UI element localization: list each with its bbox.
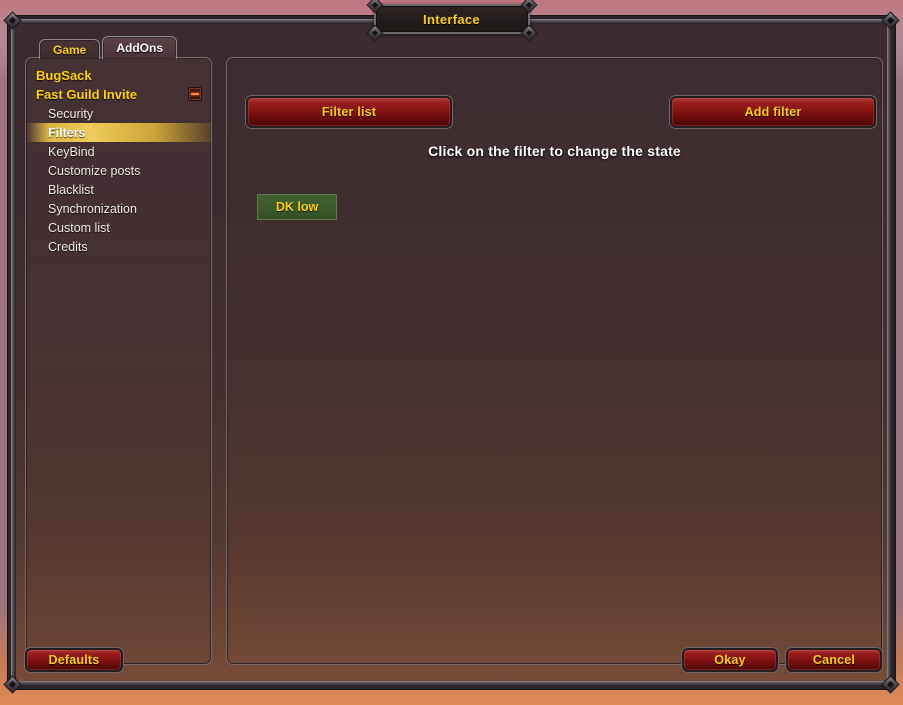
filter-list-button[interactable]: Filter list: [246, 96, 452, 128]
tab-addons[interactable]: AddOns: [102, 36, 178, 59]
sidebar-item-fast-guild-invite[interactable]: Fast Guild Invite: [26, 85, 211, 104]
sidebar-item-blacklist[interactable]: Blacklist: [26, 180, 211, 199]
addon-options-panel: Filter list Add filter Click on the filt…: [226, 57, 883, 665]
filter-chip-list: DK low: [257, 194, 337, 220]
sidebar-item-label: Filters: [48, 125, 86, 140]
sidebar-item-synchronization[interactable]: Synchronization: [26, 199, 211, 218]
tab-game[interactable]: Game: [39, 39, 101, 59]
filter-hint-text: Click on the filter to change the state: [428, 143, 681, 159]
title-ornament-icon: [520, 24, 537, 42]
sidebar-item-label: Blacklist: [48, 182, 94, 197]
game-screen: Interface Game AddOns BugSack Fast Guild I…: [0, 0, 903, 705]
tab-bar: Game AddOns: [39, 36, 178, 59]
sidebar-item-label: Fast Guild Invite: [36, 87, 138, 102]
interface-options-window: Interface Game AddOns BugSack Fast Guild I…: [3, 0, 900, 694]
sidebar-item-keybind[interactable]: KeyBind: [26, 142, 211, 161]
sidebar-item-label: BugSack: [36, 68, 92, 83]
title-ornament-icon: [366, 0, 383, 14]
corner-ornament-icon: [3, 675, 22, 694]
okay-button[interactable]: Okay: [682, 648, 778, 672]
title-ornament-icon: [366, 24, 383, 42]
sidebar-item-bugsack[interactable]: BugSack: [26, 66, 211, 85]
title-ornament-icon: [520, 0, 537, 14]
sidebar-item-security[interactable]: Security: [26, 104, 211, 123]
filter-chip[interactable]: DK low: [257, 194, 337, 220]
defaults-button[interactable]: Defaults: [25, 648, 123, 672]
sidebar-item-label: Customize posts: [48, 163, 141, 178]
sidebar-item-label: Synchronization: [48, 201, 137, 216]
sidebar-item-filters[interactable]: Filters: [26, 123, 211, 142]
window-frame-bottom: [11, 681, 892, 686]
sidebar-item-label: Credits: [48, 239, 88, 254]
sidebar-item-custom-list[interactable]: Custom list: [26, 218, 211, 237]
sidebar-item-customize-posts[interactable]: Customize posts: [26, 161, 211, 180]
window-frame-left: [11, 19, 16, 686]
corner-ornament-icon: [881, 11, 900, 30]
cancel-button[interactable]: Cancel: [786, 648, 882, 672]
addon-sidebar-panel: BugSack Fast Guild Invite Security Filters K…: [25, 57, 212, 665]
page-title: Interface: [423, 11, 480, 27]
corner-ornament-icon: [3, 11, 22, 30]
sidebar-item-label: KeyBind: [48, 144, 95, 159]
corner-ornament-icon: [881, 675, 900, 694]
sidebar-item-label: Security: [48, 106, 94, 121]
window-title-bar: Interface: [366, 0, 537, 42]
addon-list: BugSack Fast Guild Invite Security Filters K…: [26, 58, 211, 256]
sidebar-item-credits[interactable]: Credits: [26, 237, 211, 256]
window-frame-right: [887, 19, 892, 686]
sidebar-item-label: Custom list: [48, 220, 110, 235]
collapse-addon-button[interactable]: [188, 87, 202, 101]
add-filter-button[interactable]: Add filter: [670, 96, 876, 128]
